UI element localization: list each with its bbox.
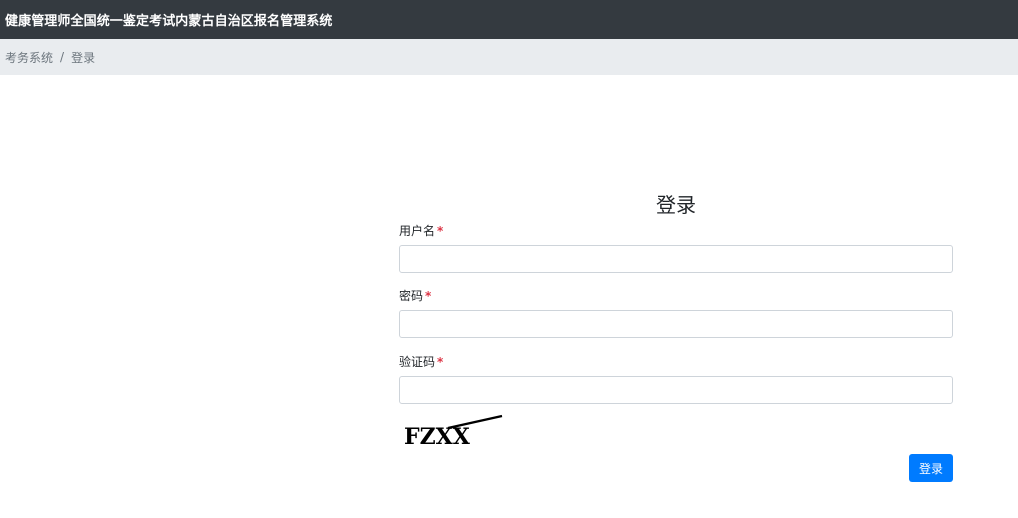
breadcrumb: 考务系统 / 登录 <box>0 39 1018 75</box>
username-label-text: 用户名 <box>399 224 436 238</box>
username-input[interactable] <box>399 245 953 273</box>
username-label: 用户名 * <box>399 222 443 239</box>
required-mark: * <box>425 289 432 303</box>
password-label: 密码 * <box>399 287 431 304</box>
captcha-label: 验证码 * <box>399 353 443 370</box>
captcha-input[interactable] <box>399 376 953 404</box>
breadcrumb-item-exam-system[interactable]: 考务系统 <box>5 49 53 66</box>
captcha-text: FZXX <box>404 424 471 448</box>
password-input[interactable] <box>399 310 953 338</box>
captcha-image[interactable]: FZXX <box>402 414 506 448</box>
login-title: 登录 <box>656 193 696 217</box>
top-navbar: 健康管理师全国统一鉴定考试内蒙古自治区报名管理系统 <box>0 0 1018 39</box>
login-button[interactable]: 登录 <box>909 454 953 482</box>
breadcrumb-item-login: 登录 <box>71 50 96 65</box>
required-mark: * <box>437 224 444 238</box>
captcha-noise-line <box>447 414 503 430</box>
captcha-label-text: 验证码 <box>399 355 436 369</box>
required-mark: * <box>437 355 444 369</box>
app-title[interactable]: 健康管理师全国统一鉴定考试内蒙古自治区报名管理系统 <box>5 10 333 29</box>
password-label-text: 密码 <box>399 289 424 303</box>
breadcrumb-separator: / <box>60 50 65 64</box>
